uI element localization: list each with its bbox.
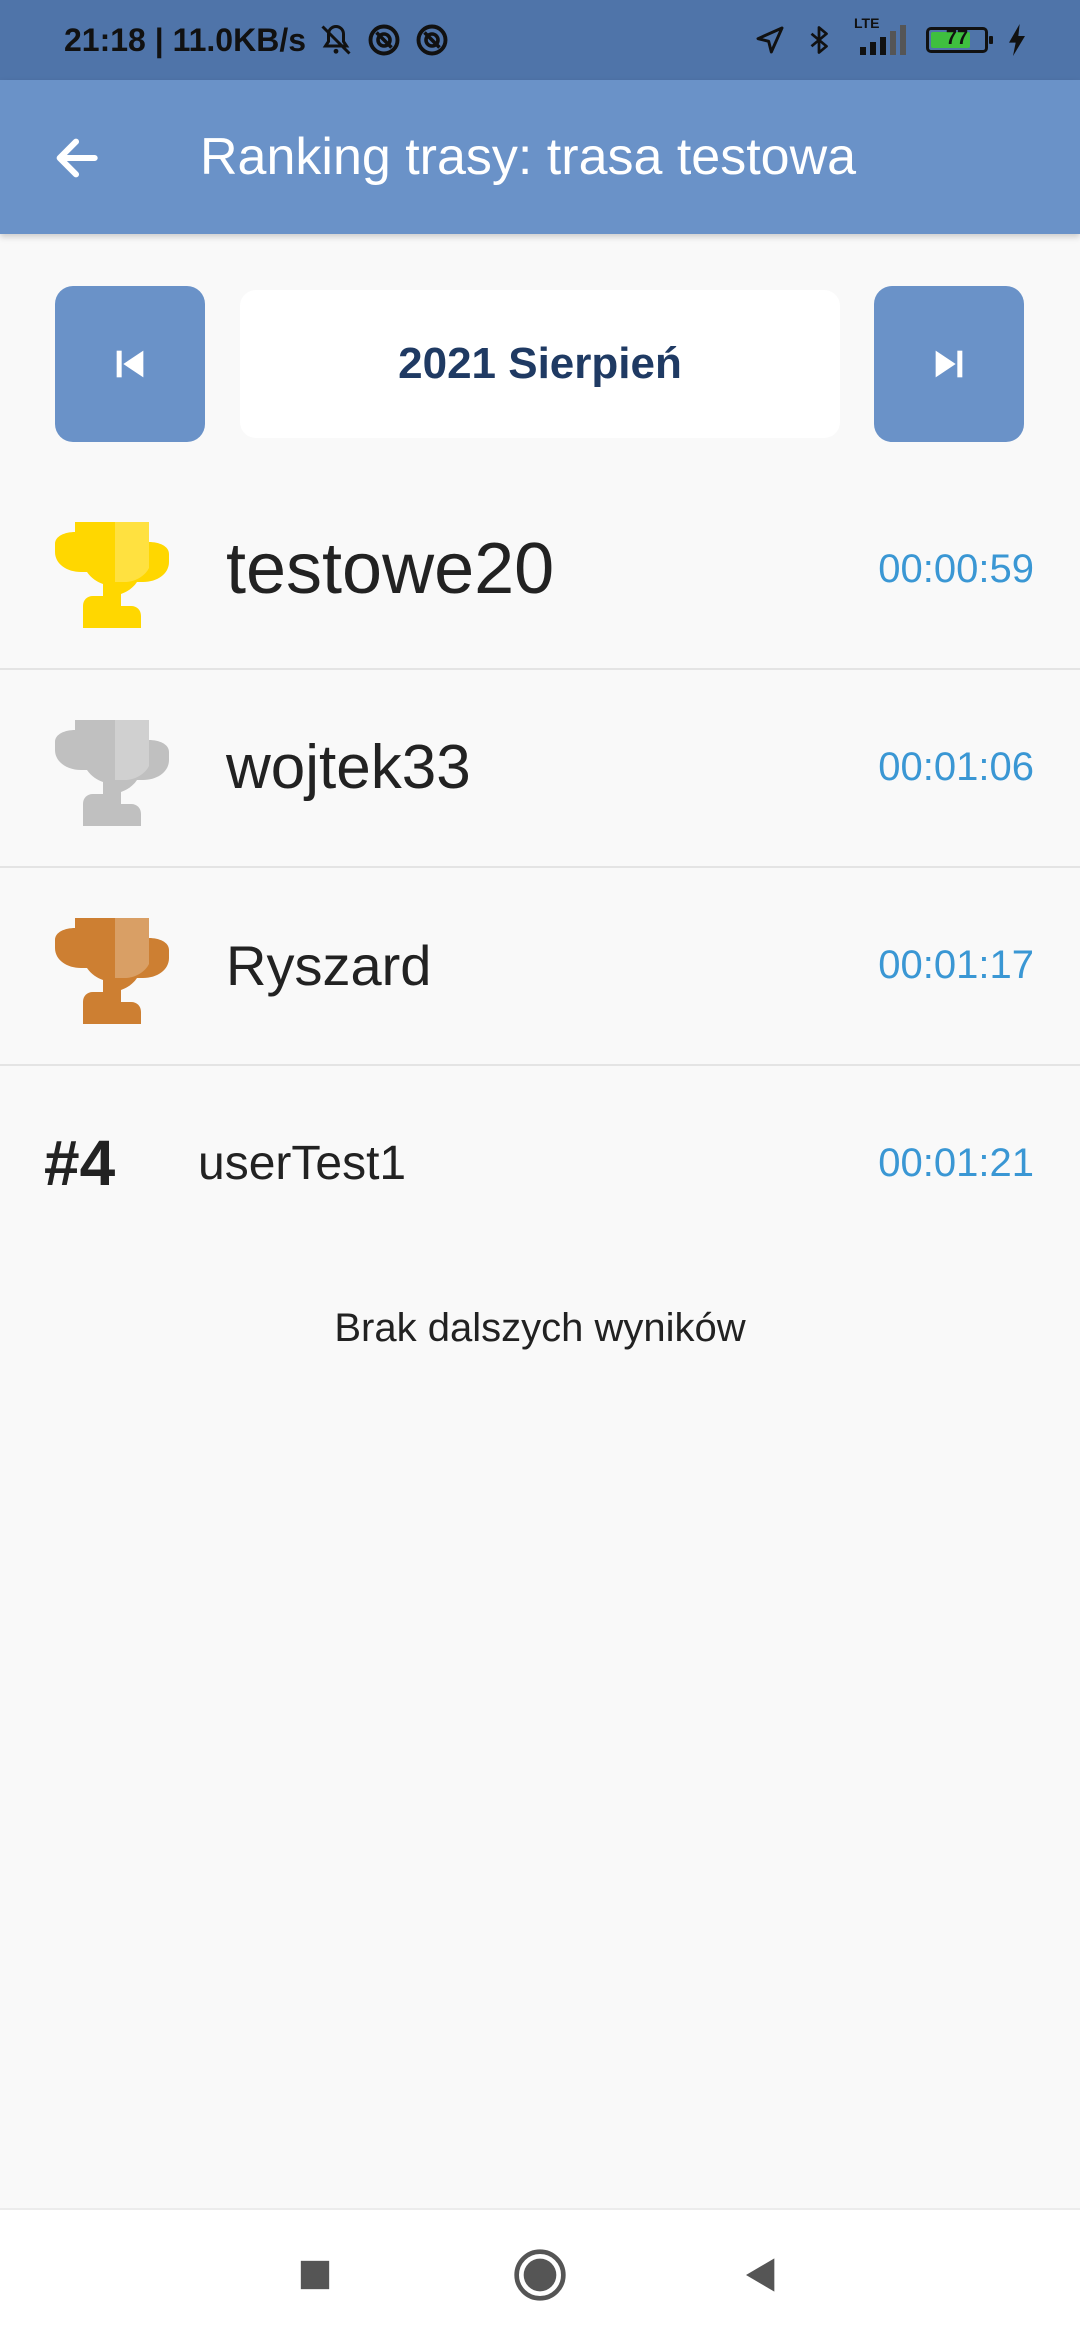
status-right: LTE 77 bbox=[754, 0, 1028, 80]
data-saver-icon bbox=[366, 22, 402, 58]
charging-icon bbox=[1006, 24, 1028, 56]
player-time: 00:01:17 bbox=[878, 942, 1034, 987]
location-arrow-icon bbox=[754, 24, 786, 56]
player-name: Ryszard bbox=[226, 933, 432, 997]
bluetooth-icon bbox=[804, 23, 834, 57]
muted-bell-icon bbox=[318, 22, 354, 58]
ranking-row[interactable]: testowe20 00:00:59 bbox=[0, 470, 1080, 670]
home-button[interactable] bbox=[505, 2240, 575, 2310]
data-saver-icon bbox=[414, 22, 450, 58]
system-nav-bar bbox=[0, 2208, 1080, 2340]
network-label: LTE bbox=[854, 15, 880, 31]
player-time: 00:01:21 bbox=[878, 1140, 1034, 1185]
signal-icon: LTE bbox=[852, 15, 908, 57]
home-circle-icon bbox=[514, 2249, 566, 2301]
recents-button[interactable] bbox=[280, 2240, 350, 2310]
status-time-speed: 21:18 | 11.0KB/s bbox=[64, 21, 306, 58]
back-button[interactable] bbox=[40, 122, 112, 194]
arrow-left-icon bbox=[56, 138, 98, 178]
player-name: userTest1 bbox=[198, 1136, 407, 1190]
ranking-row[interactable]: #4 userTest1 00:01:21 bbox=[0, 1064, 1080, 1262]
status-bar: 21:18 | 11.0KB/s LTE 77 bbox=[0, 0, 1080, 80]
next-month-button[interactable] bbox=[874, 286, 1024, 442]
gold-trophy-icon bbox=[55, 522, 169, 628]
player-time: 00:01:06 bbox=[878, 744, 1034, 789]
previous-month-button[interactable] bbox=[55, 286, 205, 442]
recents-square-icon bbox=[300, 2260, 330, 2290]
ranking-row[interactable]: Ryszard 00:01:17 bbox=[0, 866, 1080, 1066]
system-back-button[interactable] bbox=[726, 2240, 796, 2310]
battery-icon: 77 bbox=[926, 27, 993, 53]
back-triangle-icon bbox=[746, 2258, 775, 2292]
skip-previous-icon bbox=[116, 350, 144, 378]
no-more-results-text: Brak dalszych wyników bbox=[334, 1306, 746, 1350]
skip-next-icon bbox=[935, 350, 963, 378]
player-name: wojtek33 bbox=[226, 732, 471, 802]
battery-level: 77 bbox=[945, 27, 969, 49]
silver-trophy-icon bbox=[55, 720, 169, 826]
month-label: 2021 Sierpień bbox=[240, 290, 840, 438]
status-left: 21:18 | 11.0KB/s bbox=[64, 0, 450, 80]
month-selector: 2021 Sierpień bbox=[0, 286, 1080, 442]
rank-number: #4 bbox=[44, 1127, 116, 1199]
app-bar: Ranking trasy: trasa testowa bbox=[0, 80, 1080, 234]
player-name: testowe20 bbox=[226, 529, 555, 609]
bronze-trophy-icon bbox=[55, 918, 169, 1024]
ranking-row[interactable]: wojtek33 00:01:06 bbox=[0, 668, 1080, 868]
player-time: 00:00:59 bbox=[878, 546, 1034, 591]
page-title: Ranking trasy: trasa testowa bbox=[200, 128, 857, 186]
